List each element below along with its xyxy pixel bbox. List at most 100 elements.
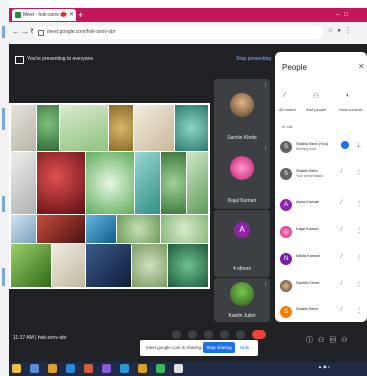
presenting-bar: You're presenting to everyone Stop prese… <box>9 53 272 69</box>
system-tray[interactable]: ▲ ◉ ◖ <box>318 364 330 369</box>
url-text: meet.google.com/hok-sxnv-sbr <box>47 29 116 35</box>
avatar: N <box>280 253 292 265</box>
avatar <box>280 280 292 292</box>
mic-muted-icon[interactable]: ⁄ <box>341 281 342 287</box>
taskbar-app-icon[interactable] <box>156 364 165 373</box>
taskbar-app-icon[interactable] <box>66 364 75 373</box>
sharing-notification: meet.google.com is sharing a window. Sto… <box>140 340 258 356</box>
url-input[interactable]: meet.google.com/hok-sxnv-sbr <box>33 26 323 39</box>
participant-row[interactable]: S Shalini Bera ⁄ ⋮ <box>276 302 366 324</box>
participant-row[interactable]: Kajal Kumari ⁄ ⋮ <box>276 222 366 244</box>
mic-muted-icon[interactable]: ⁄ <box>341 200 342 206</box>
browser-toolbar-icons[interactable]: ☆●⋮ <box>328 27 355 34</box>
present-button[interactable] <box>220 330 229 339</box>
collage-image <box>11 215 36 243</box>
os-taskbar <box>9 362 367 376</box>
participant-row[interactable]: N Nikita Kumari ⁄ ⋮ <box>276 249 366 271</box>
camera-button[interactable] <box>188 330 197 339</box>
mic-muted-icon[interactable]: ⁄ <box>341 227 342 233</box>
present-screen-icon <box>15 56 24 64</box>
window-controls[interactable]: –□ <box>336 8 353 22</box>
participant-name: Shalini Bera <box>296 306 318 311</box>
collage-image <box>161 215 208 243</box>
participant-row[interactable]: S Shalini Bera Your presentation ⁄ ⋮ <box>276 164 366 186</box>
participant-role: Meeting host <box>296 147 317 151</box>
taskbar-app-icon[interactable] <box>138 364 147 373</box>
new-tab-button[interactable]: + <box>78 9 83 21</box>
add-people-label[interactable]: Add people <box>306 107 326 112</box>
pin-icon[interactable]: ⊥ <box>356 142 361 149</box>
stop-sharing-button[interactable]: Stop sharing <box>203 342 235 353</box>
participant-row[interactable]: S Shalini Bera (You) Meeting host ⊥ <box>276 137 366 159</box>
participant-row[interactable]: A Asha Kumari ⁄ ⋮ <box>276 195 366 217</box>
presenting-message: You're presenting to everyone <box>27 56 94 62</box>
more-options-icon[interactable]: ⋮ <box>356 281 362 288</box>
close-tab-icon[interactable]: ✕ <box>69 9 74 21</box>
collage-image <box>37 152 85 214</box>
participant-tile[interactable]: ⁞ Kaelin Juliet <box>214 278 270 322</box>
participant-row[interactable]: Sachin Kinde ⁄ ⋮ <box>276 276 366 298</box>
participant-tile[interactable]: ⁞ Kajal Kumari <box>214 142 270 209</box>
strip-mark <box>2 26 5 38</box>
add-people-icon[interactable]: ⚇ <box>313 92 319 100</box>
collage-image <box>187 152 208 214</box>
mute-all-icon[interactable]: ⁄ <box>284 92 285 99</box>
more-options-icon[interactable]: ⋮ <box>356 169 362 176</box>
taskbar-app-icon[interactable] <box>48 364 57 373</box>
mic-muted-icon: ⁞ <box>264 282 266 288</box>
forward-icon[interactable]: → <box>21 27 29 36</box>
collage-image <box>11 105 36 151</box>
collage-image <box>37 215 85 243</box>
collage-image <box>60 105 108 151</box>
more-options-icon[interactable]: ⋮ <box>356 254 362 261</box>
taskbar-app-icon[interactable] <box>120 364 129 373</box>
taskbar-app-icon[interactable] <box>174 364 183 373</box>
participant-name: Asha Kumari <box>296 199 319 204</box>
collage-image <box>175 105 208 151</box>
tile-name: 4 others <box>232 266 252 272</box>
people-panel-title: People <box>282 63 307 72</box>
back-icon[interactable]: ← <box>12 27 20 36</box>
collage-image <box>132 244 167 287</box>
tile-name: Kaelin Juliet <box>228 313 256 319</box>
avatar: A <box>234 222 250 238</box>
avatar: S <box>280 141 292 153</box>
strip-mark <box>2 196 5 212</box>
mic-muted-icon[interactable]: ⁄ <box>341 169 342 175</box>
mic-muted-icon[interactable]: ⁄ <box>341 254 342 260</box>
leave-call-button[interactable] <box>252 330 266 339</box>
more-button[interactable] <box>236 330 245 339</box>
captions-button[interactable] <box>204 330 213 339</box>
avatar: S <box>280 306 292 318</box>
taskbar-app-icon[interactable] <box>30 364 39 373</box>
avatar <box>230 156 254 180</box>
browser-tab[interactable]: Meet - hok-sxnv-sbr ✕ <box>12 9 76 21</box>
host-controls-icon[interactable]: ◐ <box>346 92 350 99</box>
participant-tile[interactable]: ⁞ Sachin Kinde <box>214 79 270 146</box>
close-icon[interactable]: ✕ <box>358 62 365 71</box>
meeting-side-controls[interactable]: ⓘ⚇▤⚇ <box>306 335 353 345</box>
taskbar-app-icon[interactable] <box>102 364 111 373</box>
call-controls <box>172 330 266 340</box>
meet-favicon-icon <box>15 11 21 18</box>
stop-presenting-button[interactable]: Stop presenting <box>236 56 271 62</box>
mic-muted-icon: ⁞ <box>264 146 266 152</box>
collage-image <box>11 244 51 287</box>
hide-button[interactable]: Hide <box>240 345 249 350</box>
in-call-section-label: In call <box>282 124 293 129</box>
mic-muted-icon[interactable]: ⁄ <box>341 307 342 313</box>
participant-name: Shalini Bera (You) <box>296 141 329 146</box>
avatar <box>230 282 254 306</box>
participant-name: Kajal Kumari <box>296 226 319 231</box>
taskbar-app-icon[interactable] <box>84 364 93 373</box>
all-muted-label[interactable]: All muted <box>279 107 296 112</box>
collage-image <box>161 152 186 214</box>
more-options-icon[interactable]: ⋮ <box>356 227 362 234</box>
mic-button[interactable] <box>172 330 181 339</box>
host-controls-label[interactable]: Host controls <box>339 107 362 112</box>
more-options-icon[interactable]: ⋮ <box>356 307 362 314</box>
participant-tile[interactable]: A 4 others <box>214 210 270 277</box>
more-options-icon[interactable]: ⋮ <box>356 200 362 207</box>
tile-name: Sachin Kinde <box>227 135 257 141</box>
taskbar-app-icon[interactable] <box>12 364 21 373</box>
